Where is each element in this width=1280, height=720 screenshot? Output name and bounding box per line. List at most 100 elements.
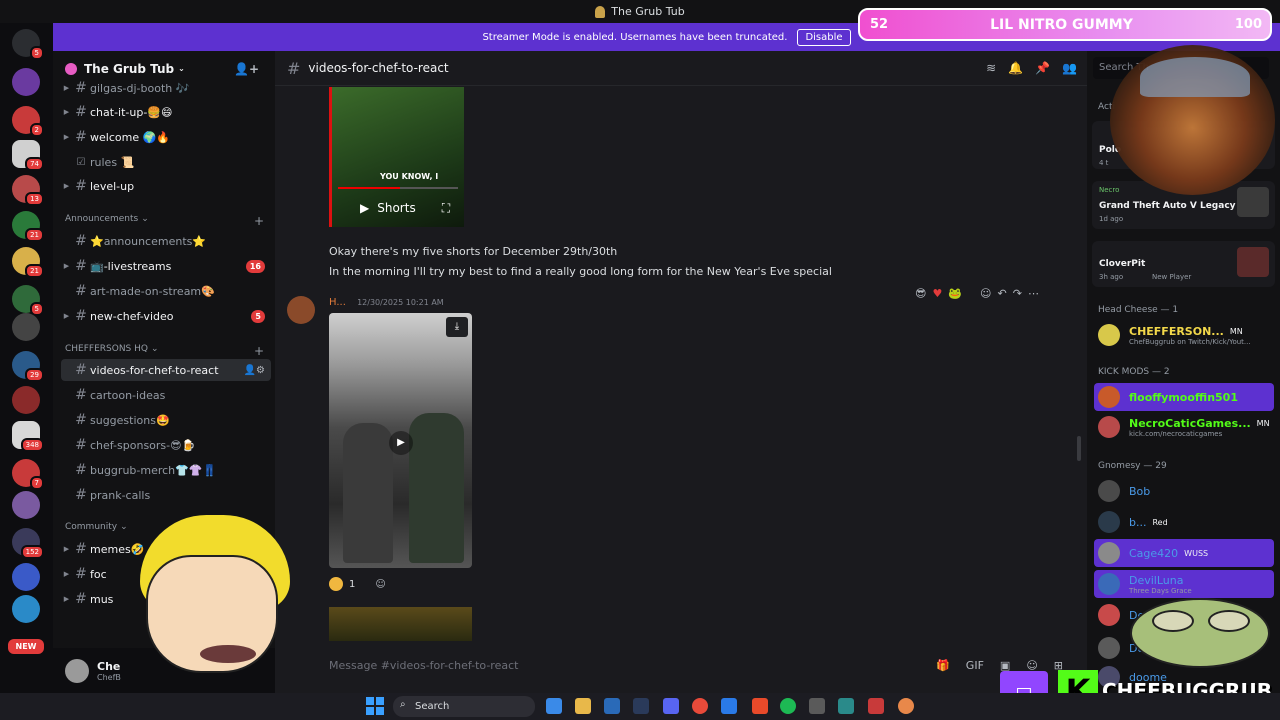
chevron-down-icon: ⌄: [120, 522, 128, 532]
member-item[interactable]: NecroCaticGames... MN kick.com/necrocatic…: [1098, 413, 1274, 441]
threads-icon[interactable]: ≋: [986, 61, 996, 75]
scrollbar[interactable]: [1077, 436, 1081, 461]
disable-streamer-mode-button[interactable]: Disable: [797, 28, 851, 46]
server-icon[interactable]: 74: [12, 140, 44, 171]
server-icon[interactable]: 348: [12, 421, 44, 452]
channel-item[interactable]: ▶ # level-up: [61, 175, 271, 197]
server-icon[interactable]: 7: [12, 459, 44, 490]
video-attachment[interactable]: ⤓ ▶: [329, 313, 472, 568]
message-author[interactable]: H...: [329, 297, 346, 308]
add-reaction-icon[interactable]: ☺: [980, 287, 991, 300]
channel-item[interactable]: ▶ # new-chef-video 5: [61, 305, 271, 327]
hash-icon: #: [75, 233, 87, 249]
channel-item[interactable]: # suggestions🤩: [61, 409, 271, 431]
discord-icon[interactable]: [663, 698, 679, 714]
channel-item[interactable]: # buggrub-merch👕👚👖: [61, 459, 271, 481]
settings-gear-icon[interactable]: 👤⚙: [244, 365, 265, 376]
server-icon[interactable]: 29: [12, 351, 44, 382]
avatar[interactable]: [287, 296, 315, 324]
category-announcements[interactable]: Announcements ⌄ +: [65, 214, 270, 228]
gift-icon[interactable]: 🎁: [936, 659, 950, 672]
reaction-emoji-icon[interactable]: 🐸: [948, 287, 962, 300]
app-icon[interactable]: [868, 698, 884, 714]
members-list-icon[interactable]: 👥: [1062, 61, 1077, 75]
windows-start-icon[interactable]: [366, 697, 384, 715]
category-cheffersons-hq[interactable]: CHEFFERSONS HQ ⌄ +: [65, 344, 270, 358]
avatar[interactable]: [65, 658, 89, 683]
server-icon[interactable]: [12, 563, 40, 591]
channel-item[interactable]: ▶ # welcome 🌍🔥: [61, 126, 271, 148]
member-item[interactable]: b... Red: [1098, 508, 1274, 536]
add-channel-icon[interactable]: +: [254, 214, 264, 228]
browser-icon[interactable]: [898, 698, 914, 714]
server-icon[interactable]: [12, 595, 40, 623]
server-badge: 5: [29, 46, 44, 60]
channel-name: new-chef-video: [90, 309, 174, 323]
server-icon[interactable]: 13: [12, 175, 44, 206]
invite-people-icon[interactable]: 👤+: [234, 62, 259, 76]
fullscreen-icon[interactable]: ⛶: [442, 201, 450, 216]
play-icon[interactable]: ▶: [389, 431, 413, 455]
message-text: Okay there's my five shorts for December…: [329, 245, 618, 258]
member-item[interactable]: CHEFFERSON... MN ChefBuggrub on Twitch/Ki…: [1098, 321, 1274, 349]
search-icon: ⌕: [400, 699, 406, 710]
chevron-right-icon: ▶: [63, 182, 70, 190]
activity-card[interactable]: CloverPit 3h ago New Player: [1092, 241, 1275, 287]
reaction-chip[interactable]: 1 ☺: [329, 577, 386, 591]
gif-icon[interactable]: GIF: [966, 659, 984, 672]
server-icon[interactable]: 152: [12, 528, 44, 559]
forward-icon[interactable]: ↷: [1013, 287, 1022, 300]
copilot-icon[interactable]: [546, 698, 562, 714]
chrome-icon[interactable]: [692, 698, 708, 714]
app-icon[interactable]: [838, 698, 854, 714]
channel-item[interactable]: # prank-calls: [61, 484, 271, 506]
channel-item[interactable]: ▶ # chat-it-up-🍔😄: [61, 101, 271, 123]
message-composer[interactable]: Message #videos-for-chef-to-react 🎁 GIF …: [315, 647, 1075, 683]
member-item[interactable]: Bob: [1098, 477, 1274, 505]
channel-item[interactable]: # ⭐announcements⭐: [61, 230, 271, 252]
message-input[interactable]: Message #videos-for-chef-to-react: [329, 659, 518, 672]
app-icon[interactable]: [809, 698, 825, 714]
channel-item[interactable]: ☑ rules 📜: [61, 151, 271, 173]
channel-item[interactable]: ▶ # 📺-livestreams 16: [61, 255, 271, 277]
channel-item[interactable]: # chef-sponsors-😎🍺: [61, 434, 271, 456]
taskbar: Search ⌕: [0, 693, 1280, 720]
reply-icon[interactable]: ↶: [998, 287, 1007, 300]
discord-home-icon[interactable]: 5: [12, 29, 44, 60]
video-embed-shorts[interactable]: YOU KNOW, I ▶ Shorts ⛶: [329, 87, 464, 227]
app-icon[interactable]: [752, 698, 768, 714]
game-thumbnail: [1237, 247, 1269, 277]
heart-icon[interactable]: ♥: [932, 287, 942, 300]
server-icon[interactable]: 21: [12, 211, 44, 242]
store-icon[interactable]: [604, 698, 620, 714]
bell-icon[interactable]: 🔔: [1008, 61, 1023, 75]
server-icon[interactable]: [12, 68, 40, 96]
server-icon[interactable]: [12, 491, 40, 519]
channel-item-active[interactable]: # videos-for-chef-to-react 👤⚙: [61, 359, 271, 381]
member-item[interactable]: flooffymooffin501: [1094, 383, 1274, 411]
pin-icon[interactable]: 📌: [1035, 61, 1050, 75]
member-item[interactable]: Cage420 WUSS: [1094, 539, 1274, 567]
file-explorer-icon[interactable]: [575, 698, 591, 714]
server-icon[interactable]: [12, 386, 40, 414]
channel-item[interactable]: # art-made-on-stream🎨: [61, 280, 271, 302]
server-icon[interactable]: 5: [12, 285, 44, 316]
role-heading: KICK MODS — 2: [1098, 367, 1170, 377]
spotify-icon[interactable]: [780, 698, 796, 714]
video-attachment[interactable]: [329, 607, 472, 641]
download-icon[interactable]: ⤓: [446, 317, 468, 337]
taskbar-search[interactable]: Search: [393, 696, 535, 717]
steam-icon[interactable]: [633, 698, 649, 714]
channel-title: videos-for-chef-to-react: [308, 61, 449, 75]
play-icon[interactable]: ▶: [360, 201, 369, 215]
channel-item[interactable]: ▶ # gilgas-dj-booth 🎶: [61, 77, 271, 99]
reaction-emoji-icon[interactable]: 😎: [915, 287, 926, 300]
more-icon[interactable]: ⋯: [1028, 287, 1039, 300]
add-reaction-icon[interactable]: ☺: [375, 579, 385, 590]
server-icon[interactable]: 21: [12, 247, 44, 278]
channel-item[interactable]: # cartoon-ideas: [61, 384, 271, 406]
server-icon[interactable]: [12, 313, 40, 341]
add-channel-icon[interactable]: +: [254, 344, 264, 358]
server-icon[interactable]: 2: [12, 106, 44, 137]
app-icon[interactable]: [721, 698, 737, 714]
